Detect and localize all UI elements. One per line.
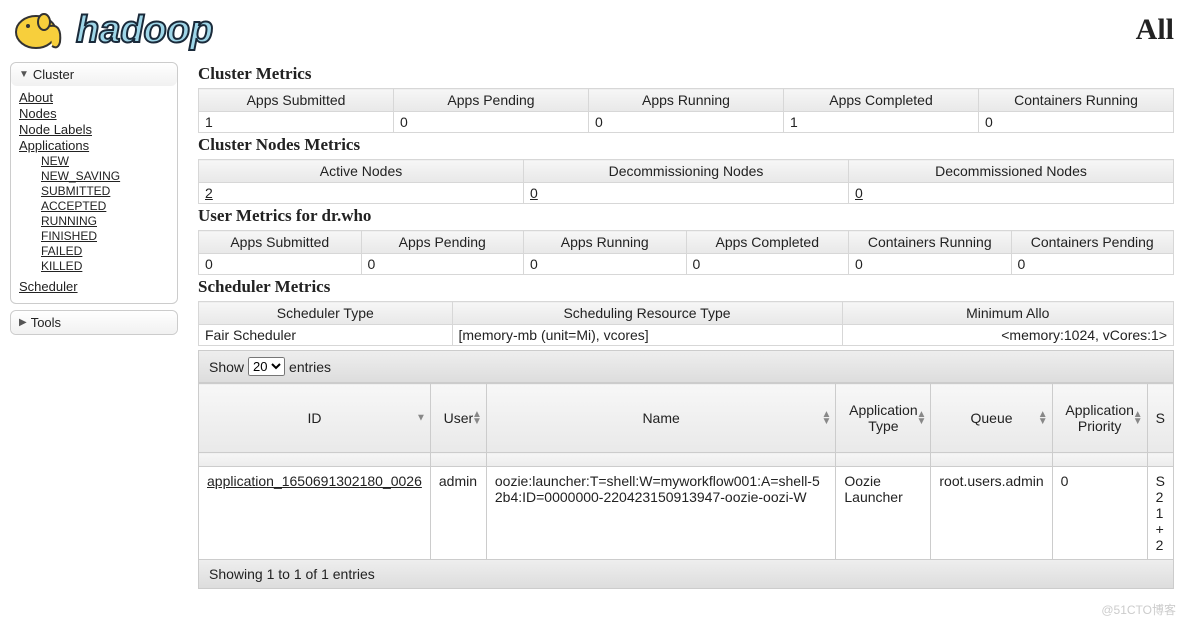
caret-right-icon: ▶ [19,317,27,328]
svg-text:hadoop: hadoop [76,9,213,51]
sort-icon: ▲▼ [821,411,831,425]
cluster-panel-label: Cluster [33,67,74,82]
cluster-metrics-heading: Cluster Metrics [198,64,1174,84]
nav-about[interactable]: About [19,90,169,105]
page-length-select[interactable]: 20 [248,357,285,376]
col-header: Scheduling Resource Type [452,302,842,325]
nav-nodes[interactable]: Nodes [19,106,169,121]
col-id[interactable]: ID▼ [199,384,431,453]
cell: 0 [979,112,1174,133]
hadoop-wordmark: hadoop [74,6,304,54]
cell-last: S 2 1 + 2 [1147,467,1173,560]
col-header: Apps Completed [686,231,849,254]
cluster-panel-toggle[interactable]: ▼ Cluster [11,63,177,86]
nav-apps-submitted[interactable]: SUBMITTED [41,184,169,198]
user-metrics-table: Apps Submitted Apps Pending Apps Running… [198,230,1174,275]
sort-icon: ▲▼ [916,411,926,425]
cell: 0 [849,254,1012,275]
sort-icon: ▲▼ [472,411,482,425]
elephant-icon [10,6,70,54]
nav-applications[interactable]: Applications [19,138,169,153]
nav-apps-accepted[interactable]: ACCEPTED [41,199,169,213]
col-header: Apps Completed [784,89,979,112]
col-type[interactable]: Application Type▲▼ [836,384,931,453]
col-header: Minimum Allo [842,302,1174,325]
col-header: Containers Pending [1011,231,1174,254]
datatable-length-control: Show 20 entries [198,350,1174,383]
hadoop-logo: hadoop [10,6,304,54]
cell: 0 [589,112,784,133]
col-header: Active Nodes [199,160,524,183]
cell: 1 [199,112,394,133]
col-header: Apps Running [589,89,784,112]
col-queue[interactable]: Queue▲▼ [931,384,1052,453]
nav-apps-new-saving[interactable]: NEW_SAVING [41,169,169,183]
scheduler-metrics-heading: Scheduler Metrics [198,277,1174,297]
nav-node-labels[interactable]: Node Labels [19,122,169,137]
col-priority[interactable]: Application Priority▲▼ [1052,384,1147,453]
cluster-panel: ▼ Cluster About Nodes Node Labels Applica… [10,62,178,304]
col-header: Apps Pending [361,231,524,254]
col-header: Scheduler Type [199,302,453,325]
filter-row [199,453,1174,467]
sort-icon: ▲▼ [1038,411,1048,425]
col-header: Apps Submitted [199,231,362,254]
cell-user: admin [430,467,486,560]
nav-apps-new[interactable]: NEW [41,154,169,168]
cell: 0 [686,254,849,275]
cell: 0 [199,254,362,275]
sort-desc-icon: ▼ [416,415,426,422]
cell: 0 [394,112,589,133]
datatable-info: Showing 1 to 1 of 1 entries [198,560,1174,589]
col-header: Apps Running [524,231,687,254]
nav-apps-killed[interactable]: KILLED [41,259,169,273]
cell: <memory:1024, vCores:1> [842,325,1174,346]
cell: [memory-mb (unit=Mi), vcores] [452,325,842,346]
cell: 0 [1011,254,1174,275]
watermark: @51CTO博客 [1101,601,1176,618]
col-user[interactable]: User▲▼ [430,384,486,453]
nav-apps-failed[interactable]: FAILED [41,244,169,258]
nav-scheduler[interactable]: Scheduler [19,279,169,294]
cluster-nodes-table: Active Nodes Decommissioning Nodes Decom… [198,159,1174,204]
col-header: Apps Submitted [199,89,394,112]
cell: 1 [784,112,979,133]
cell-type: Oozie Launcher [836,467,931,560]
app-link[interactable]: application_1650691302180_0026 [207,473,422,489]
cell: 0 [361,254,524,275]
tools-panel-label: Tools [31,315,61,330]
col-header: Containers Running [979,89,1174,112]
cell-name: oozie:launcher:T=shell:W=myworkflow001:A… [486,467,836,560]
tools-panel: ▶ Tools [10,310,178,335]
col-last[interactable]: S [1147,384,1173,453]
user-metrics-heading: User Metrics for dr.who [198,206,1174,226]
cell-priority: 0 [1052,467,1147,560]
cell: 0 [524,254,687,275]
entries-label: entries [289,359,331,375]
applications-table: ID▼ User▲▼ Name▲▼ Application Type▲▼ Que… [198,383,1174,560]
nav-apps-finished[interactable]: FINISHED [41,229,169,243]
sort-icon: ▲▼ [1133,411,1143,425]
caret-down-icon: ▼ [19,69,29,80]
col-header: Containers Running [849,231,1012,254]
nav-apps-running[interactable]: RUNNING [41,214,169,228]
col-header: Decommissioning Nodes [524,160,849,183]
page-title: All [1136,13,1174,47]
scheduler-metrics-table: Scheduler Type Scheduling Resource Type … [198,301,1174,346]
cell-queue: root.users.admin [931,467,1052,560]
active-nodes-link[interactable]: 2 [199,183,524,204]
tools-panel-toggle[interactable]: ▶ Tools [11,311,177,334]
show-label: Show [209,359,244,375]
col-header: Apps Pending [394,89,589,112]
cluster-metrics-table: Apps Submitted Apps Pending Apps Running… [198,88,1174,133]
table-row: application_1650691302180_0026 admin ooz… [199,467,1174,560]
col-name[interactable]: Name▲▼ [486,384,836,453]
col-header: Decommissioned Nodes [849,160,1174,183]
decomd-nodes-link[interactable]: 0 [849,183,1174,204]
cell: Fair Scheduler [199,325,453,346]
decom-nodes-link[interactable]: 0 [524,183,849,204]
cluster-nodes-heading: Cluster Nodes Metrics [198,135,1174,155]
